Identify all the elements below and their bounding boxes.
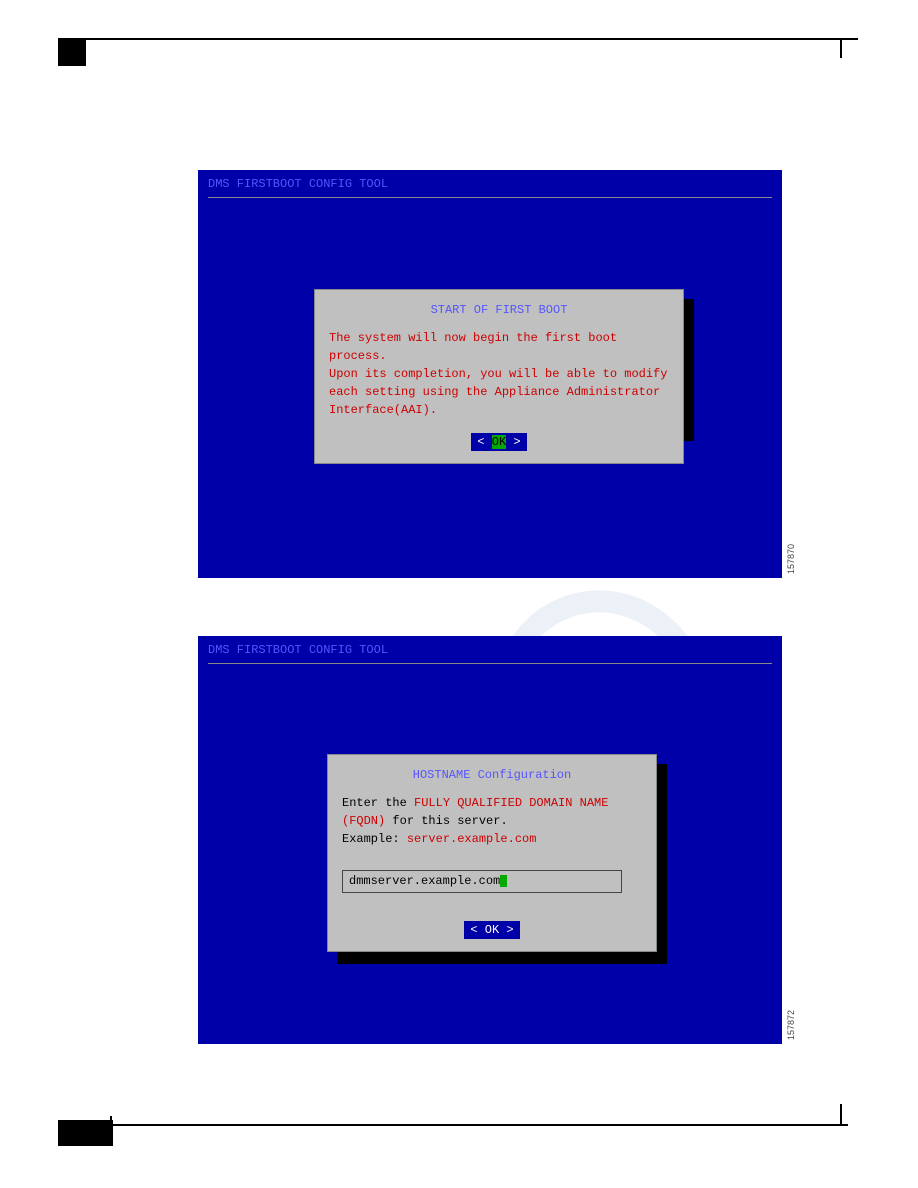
prompt-prefix: Enter the — [342, 796, 414, 810]
hostname-input-value: dmmserver.example.com — [349, 874, 500, 888]
crop-tick-bottom — [840, 1104, 842, 1124]
ok-bracket-left: < — [470, 923, 477, 937]
dialog-body: The system will now begin the first boot… — [329, 329, 669, 419]
dialog-title: HOSTNAME Configuration — [342, 767, 642, 784]
dialog-body-line1: The system will now begin the first boot… — [329, 331, 617, 363]
text-cursor — [500, 875, 507, 887]
ok-label: OK — [485, 923, 499, 937]
crop-tick-top — [840, 38, 842, 58]
terminal-rule — [208, 663, 772, 664]
figure-id-label: 157870 — [785, 544, 798, 574]
ok-label: OK — [492, 435, 506, 449]
bottom-rule — [58, 1124, 848, 1126]
terminal-rule — [208, 197, 772, 198]
terminal-header: DMS FIRSTBOOT CONFIG TOOL — [198, 170, 782, 193]
ok-button[interactable]: < OK > — [471, 433, 526, 451]
dialog-hostname: HOSTNAME Configuration Enter the FULLY Q… — [327, 754, 657, 952]
terminal-screen-first-boot: DMS FIRSTBOOT CONFIG TOOL START OF FIRST… — [198, 170, 782, 578]
corner-marker-top — [58, 38, 86, 66]
terminal-screen-hostname: DMS FIRSTBOOT CONFIG TOOL HOSTNAME Confi… — [198, 636, 782, 1044]
dialog-body: Enter the FULLY QUALIFIED DOMAIN NAME (F… — [342, 794, 642, 848]
terminal-header: DMS FIRSTBOOT CONFIG TOOL — [198, 636, 782, 659]
ok-bracket-left: < — [477, 435, 484, 449]
ok-bracket-right: > — [506, 923, 513, 937]
ok-bracket-right: > — [513, 435, 520, 449]
dialog-first-boot: START OF FIRST BOOT The system will now … — [314, 289, 684, 464]
prompt-suffix: for this server. — [385, 814, 507, 828]
ok-button[interactable]: < OK > — [464, 921, 519, 939]
dialog-title: START OF FIRST BOOT — [329, 302, 669, 319]
hostname-input-wrapper: dmmserver.example.com — [342, 862, 642, 921]
figure-id-label: 157872 — [785, 1010, 798, 1040]
button-row: < OK > — [329, 433, 669, 451]
hostname-input[interactable]: dmmserver.example.com — [342, 870, 622, 893]
button-row: < OK > — [342, 921, 642, 939]
dialog-body-line2: Upon its completion, you will be able to… — [329, 367, 667, 417]
example-label: Example: — [342, 832, 407, 846]
example-value: server.example.com — [407, 832, 537, 846]
